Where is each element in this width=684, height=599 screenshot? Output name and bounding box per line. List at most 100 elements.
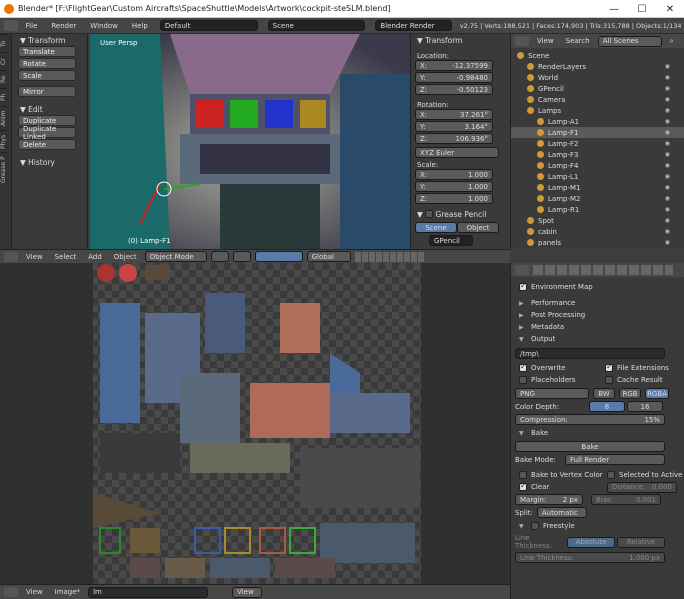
outliner-row[interactable]: panels ◉ (511, 237, 684, 248)
image-view-select[interactable]: View (232, 586, 263, 598)
outliner-row[interactable]: Lamp-A1 ◉ (511, 116, 684, 127)
channel-bw[interactable]: BW (593, 388, 615, 399)
visibility-eye-icon[interactable]: ◉ (665, 206, 670, 213)
edit-panel-header[interactable]: ▼ Edit (14, 103, 87, 115)
tab-scene[interactable]: Scene (415, 222, 457, 233)
tab-physics[interactable]: Phys (0, 130, 7, 152)
visibility-eye-icon[interactable]: ◉ (665, 129, 670, 136)
image-editor[interactable] (0, 263, 510, 584)
outliner-row[interactable]: Lamp-R1 ◉ (511, 204, 684, 215)
channel-rgba[interactable]: RGBA (645, 388, 669, 399)
outliner-filter-select[interactable]: All Scenes (597, 35, 662, 47)
pivot-select[interactable] (232, 251, 251, 262)
clear-checkbox[interactable] (519, 481, 527, 491)
tab-grease-pencil[interactable]: Grease P (0, 152, 7, 186)
gpencil-field[interactable]: GPencil (429, 235, 473, 246)
line-mode-relative[interactable]: Relative (617, 536, 665, 548)
line-mode-absolute[interactable]: Absolute (567, 536, 615, 548)
location-x-field[interactable]: X: -12.37599 (415, 60, 493, 71)
close-icon[interactable]: ✕ (656, 0, 684, 18)
editor-type-icon[interactable] (515, 36, 529, 46)
outliner-row[interactable]: GPencil ◉ (511, 83, 684, 94)
visibility-eye-icon[interactable]: ◉ (665, 184, 670, 191)
visibility-eye-icon[interactable]: ◉ (665, 228, 670, 235)
3d-viewport[interactable]: User Persp (0) Lamp-F1 (90, 34, 410, 249)
channel-rgb[interactable]: RGB (619, 388, 641, 399)
outliner-row[interactable]: Camera ◉ (511, 94, 684, 105)
visibility-eye-icon[interactable]: ◉ (665, 195, 670, 202)
visibility-eye-icon[interactable]: ◉ (665, 85, 670, 92)
metadata-panel[interactable]: ▶ Metadata (511, 321, 684, 333)
rotation-z-field[interactable]: Z: 106.936° (415, 133, 493, 144)
menu-window[interactable]: Window (84, 22, 124, 30)
layer-buttons[interactable] (354, 251, 425, 262)
env-map-row[interactable]: Environment Map (511, 281, 684, 293)
visibility-eye-icon[interactable]: ◉ (665, 74, 670, 81)
outliner-row[interactable]: Lamp-F3 ◉ (511, 149, 684, 160)
outliner-menu-view[interactable]: View (533, 37, 558, 45)
editor-type-icon[interactable] (4, 587, 18, 597)
output-path-field[interactable]: /tmp\ (515, 348, 665, 359)
outliner-row[interactable]: Lamps ◉ (511, 105, 684, 116)
location-y-field[interactable]: Y: -0.98480 (415, 72, 493, 83)
visibility-eye-icon[interactable]: ◉ (665, 63, 670, 70)
editor-type-icon[interactable] (515, 265, 529, 275)
menu-help[interactable]: Help (126, 22, 154, 30)
tab-relations[interactable]: Re (0, 70, 7, 88)
outliner-row[interactable]: cabin ◉ (511, 226, 684, 237)
n-transform-header[interactable]: ▼ Transform (411, 34, 510, 46)
tab-physics-short[interactable]: Ph (0, 88, 7, 106)
image-name-field[interactable]: lm (88, 586, 209, 598)
tab-animation[interactable]: Anim (0, 106, 7, 130)
file-format-select[interactable]: PNG (515, 388, 589, 399)
post-processing-panel[interactable]: ▶ Post Processing (511, 309, 684, 321)
outliner-row[interactable]: Lamp-F2 ◉ (511, 138, 684, 149)
scene-select[interactable]: Scene (267, 20, 366, 31)
layout-select[interactable]: Default (159, 20, 258, 31)
history-panel-header[interactable]: ▼ History (14, 156, 87, 168)
orientation-select[interactable]: Global (306, 251, 351, 262)
translate-button[interactable]: Translate (18, 46, 76, 57)
visibility-eye-icon[interactable]: ◉ (665, 107, 670, 114)
scale-z-field[interactable]: Z: 1.000 (415, 193, 493, 204)
visibility-eye-icon[interactable]: ◉ (665, 96, 670, 103)
mirror-button[interactable]: Mirror (18, 86, 76, 97)
menu-file[interactable]: File (20, 22, 44, 30)
overwrite-checkbox[interactable] (519, 362, 527, 372)
visibility-eye-icon[interactable]: ◉ (665, 239, 670, 246)
menu-render[interactable]: Render (45, 22, 82, 30)
outliner-row[interactable]: Lamp-F4 ◉ (511, 160, 684, 171)
maximize-icon[interactable]: ☐ (628, 0, 656, 18)
line-thickness-field[interactable]: Line Thickness: 1.000 px (515, 552, 665, 563)
shading-select[interactable] (210, 251, 229, 262)
distance-field[interactable]: Distance: 0.000 (607, 481, 677, 493)
depth-8[interactable]: 8 (589, 401, 625, 412)
margin-field[interactable]: Margin: 2 px (515, 494, 583, 505)
outliner-row[interactable]: Lamp-F1 ◉ (511, 127, 684, 138)
split-select[interactable]: Automatic (536, 507, 587, 518)
editor-type-icon[interactable] (4, 251, 18, 262)
tab-tools[interactable]: To (0, 34, 7, 52)
rotate-button[interactable]: Rotate (18, 58, 76, 69)
search-icon[interactable]: ⌕ (670, 37, 674, 46)
grease-pencil-header[interactable]: ▼ Grease Pencil (411, 208, 510, 220)
mode-select[interactable]: Object Mode (144, 251, 207, 262)
selected-to-active-checkbox[interactable] (607, 471, 615, 479)
grease-pencil-checkbox[interactable] (425, 210, 434, 218)
outliner-menu-search[interactable]: Search (562, 37, 594, 45)
outliner-row[interactable]: Lamp-M1 ◉ (511, 182, 684, 193)
outliner-row[interactable]: Lamp-L1 ◉ (511, 171, 684, 182)
bake-panel[interactable]: ▼ Bake (511, 427, 684, 439)
visibility-eye-icon[interactable]: ◉ (665, 162, 670, 169)
freestyle-checkbox[interactable] (531, 522, 539, 530)
location-z-field[interactable]: Z: -0.50123 (415, 84, 493, 95)
output-panel[interactable]: ▼ Output (511, 333, 684, 345)
outliner-row[interactable]: Spot ◉ (511, 215, 684, 226)
tab-create[interactable]: Cr (0, 52, 7, 70)
visibility-eye-icon[interactable]: ◉ (665, 173, 670, 180)
menu-object[interactable]: Object (110, 253, 141, 261)
visibility-eye-icon[interactable]: ◉ (665, 217, 670, 224)
context-tabs[interactable] (533, 265, 673, 275)
rotation-x-field[interactable]: X: 37.261° (415, 109, 493, 120)
delete-button[interactable]: Delete (18, 139, 76, 150)
